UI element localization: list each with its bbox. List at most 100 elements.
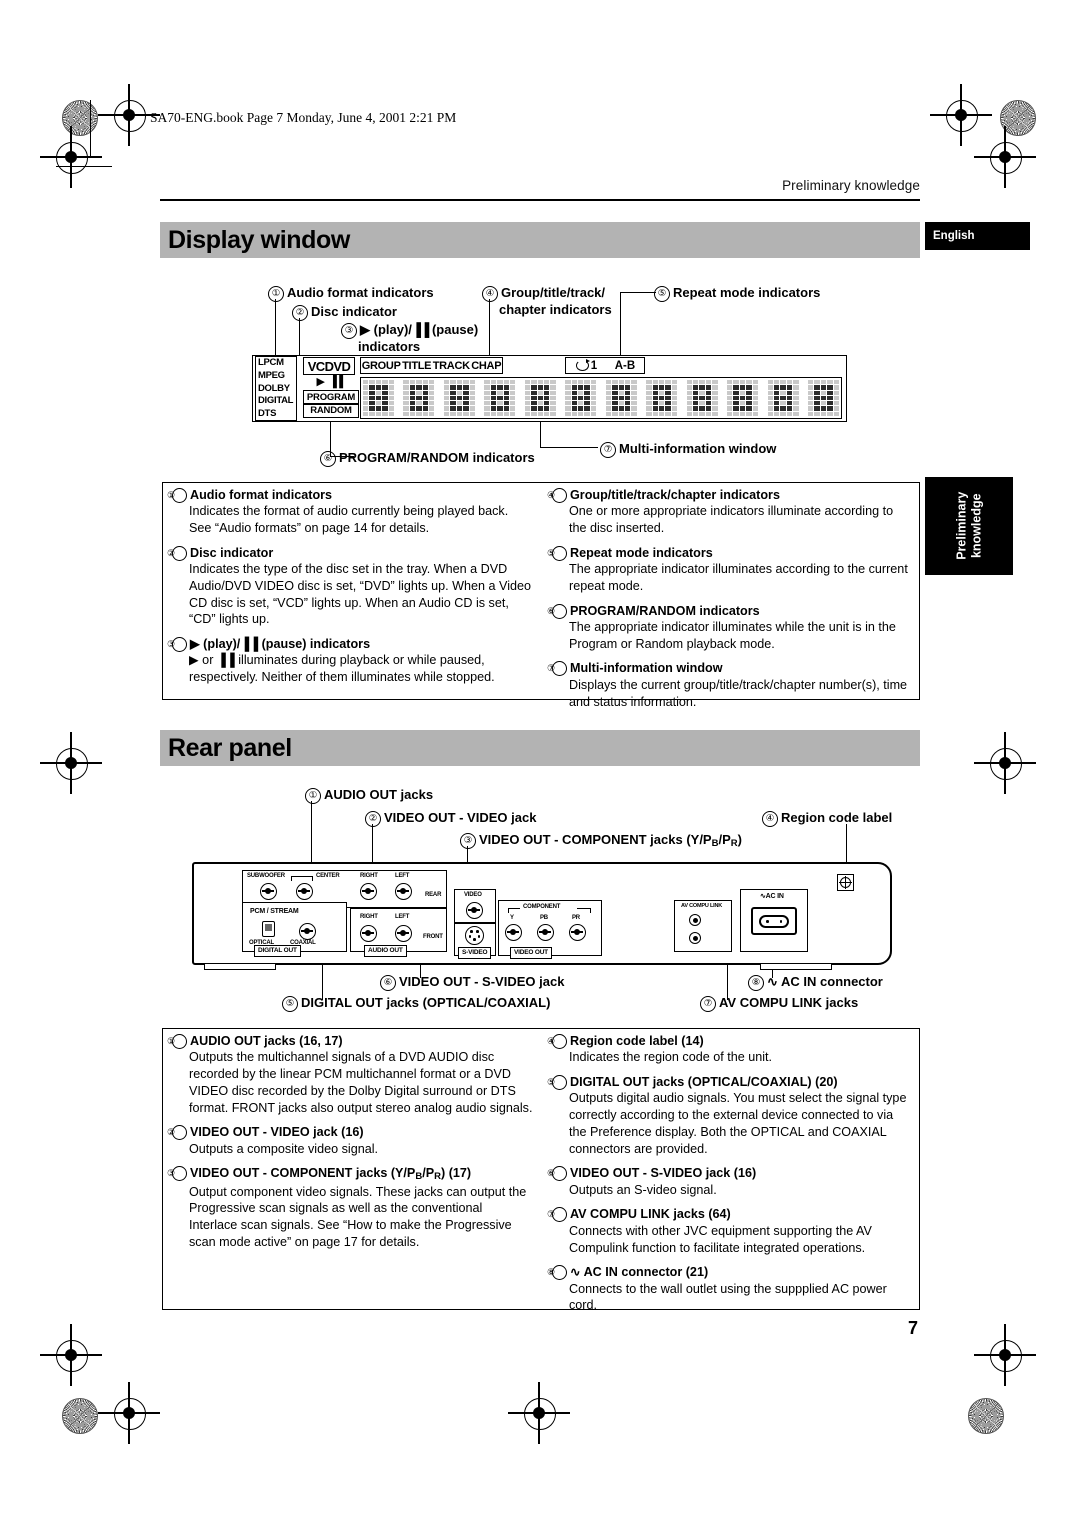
running-head: Preliminary knowledge: [782, 178, 920, 193]
callout-number: ⑦: [700, 996, 716, 1012]
entry-body: Indicates the type of the disc set in th…: [189, 562, 532, 627]
header-rule: [160, 199, 920, 201]
play-icon: ▶: [316, 376, 325, 388]
play-pause-indicators: ▶ ▐▐: [303, 376, 355, 389]
bracket-line: [590, 908, 591, 913]
label-left-rear: LEFT: [395, 873, 410, 879]
rosette-mark-bottom-left: [62, 1398, 98, 1434]
format-dts: DTS: [258, 408, 277, 420]
matrix-character: [524, 380, 556, 416]
entry-heading: ▶ (play)/▐▐ (pause) indicators: [190, 637, 371, 652]
chassis-foot-left: [204, 963, 276, 970]
display-window-title: Display window: [168, 225, 350, 254]
matrix-character: [686, 380, 718, 416]
jack-rear-left: [395, 883, 412, 900]
bracket-line: [508, 908, 509, 913]
matrix-character: [363, 380, 394, 416]
callout-number: ⑤: [654, 286, 670, 302]
display-description-right-column: ④ Group/title/track/chapter indicators On…: [547, 487, 912, 718]
entry-body: Outputs a composite video signal.: [189, 1141, 379, 1156]
rear-entry-2: ② VIDEO OUT - VIDEO jack (16) Outputs a c…: [167, 1124, 534, 1157]
entry-number: ⑤: [547, 1075, 567, 1091]
disc-indicator: VCDVD: [303, 357, 355, 375]
ac-in-socket: [751, 907, 797, 935]
rear-entry-3: ③ VIDEO OUT - COMPONENT jacks (Y/PB/PR) (…: [167, 1165, 534, 1250]
label-subwoofer: SUBWOOFER: [247, 873, 285, 879]
format-mpeg: MPEG: [258, 369, 285, 381]
callout-5-repeat-mode-indicators: ⑤ Repeat mode indicators: [654, 285, 820, 302]
leader-line: [311, 801, 313, 863]
rear-panel-graphic: SUBWOOFER CENTER RIGHT LEFT REAR RIGHT L…: [192, 862, 892, 970]
leader-line: [620, 292, 656, 294]
label-pcm-stream: PCM / STREAM: [250, 908, 299, 915]
callout-6-program-random-indicators: ⑥ PROGRAM/RANDOM indicators: [320, 450, 535, 467]
matrix-character: [767, 380, 799, 416]
callout-3-play-pause-indicators: ③ ▶ (play)/▐▐ (pause) indicators: [341, 322, 491, 355]
subscript-r: R: [730, 838, 738, 849]
label-video-out: VIDEO OUT: [510, 947, 552, 959]
callout-text: VIDEO OUT - COMPONENT jacks (Y/P: [479, 832, 712, 847]
indicator-group: GROUP: [361, 359, 401, 372]
leader-line: [540, 420, 542, 448]
format-lpcm: LPCM: [258, 357, 284, 368]
rear-entry-1: ① AUDIO OUT jacks (16, 17) Outputs the mu…: [167, 1033, 534, 1116]
entry-body: Connects with other JVC equipment suppor…: [569, 1223, 872, 1255]
multi-information-window: [360, 377, 842, 419]
entry-heading: Region code label (14): [570, 1034, 704, 1048]
entry-heading: PROGRAM/RANDOM indicators: [570, 603, 760, 618]
description-entry-1: ① Audio format indicators Indicates the f…: [167, 487, 534, 537]
indicator-track: TRACK: [432, 359, 470, 372]
manual-page: SA70-ENG.book Page 7 Monday, June 4, 200…: [0, 0, 1080, 1528]
region-code-label: [837, 874, 854, 891]
callout-2-disc-indicator: ② Disc indicator: [292, 304, 397, 321]
rosette-mark-top-left: [62, 100, 98, 136]
section-heading-display-window: Display window: [160, 222, 920, 258]
language-tab-label: English: [933, 230, 975, 242]
entry-number: ④: [547, 1034, 567, 1049]
bracket-line: [312, 876, 313, 881]
file-header: SA70-ENG.book Page 7 Monday, June 4, 200…: [150, 110, 457, 125]
callout-number: ①: [305, 788, 321, 804]
callout-text: VIDEO OUT - VIDEO jack: [384, 810, 537, 825]
rear-entry-7: ⑦ AV COMPU LINK jacks (64) Connects with …: [547, 1206, 912, 1256]
label-video: VIDEO: [464, 892, 482, 898]
entry-heading: Disc indicator: [190, 545, 274, 560]
jack-component-pr: [569, 924, 586, 941]
entry-number: ⑥: [547, 1166, 567, 1182]
entry-number: ②: [167, 545, 187, 561]
display-description-left-column: ① Audio format indicators Indicates the f…: [167, 487, 534, 694]
description-entry-5: ⑤ Repeat mode indicators The appropriate …: [547, 545, 912, 595]
label-av-compu-link: AV COMPU LINK: [681, 903, 722, 909]
entry-number: ⑧: [547, 1265, 567, 1281]
callout-r8-ac-in-connector: ⑧ ∿ AC IN connector: [748, 974, 883, 991]
entry-number: ⑦: [547, 1207, 567, 1223]
side-tab-line2: knowledge: [969, 493, 983, 559]
bracket-line: [291, 876, 292, 881]
leader-line: [372, 824, 374, 864]
label-right-front: RIGHT: [360, 914, 378, 920]
leader-line: [275, 299, 277, 356]
side-thumb-tab: Preliminary knowledge: [925, 477, 1013, 575]
rear-entry-6: ⑥ VIDEO OUT - S-VIDEO jack (16) Outputs a…: [547, 1165, 912, 1198]
callout-text: Region code label: [781, 810, 893, 825]
callout-r4-region-code-label: ④ Region code label: [762, 810, 892, 827]
repeat-one-label: 1: [590, 359, 598, 372]
callout-1-audio-format-indicators: ① Audio format indicators: [268, 285, 434, 302]
chassis-foot-right: [760, 963, 832, 970]
callout-text-mid: /P: [718, 832, 731, 847]
entry-body: Outputs the multichannel signals of a DV…: [189, 1050, 533, 1115]
callout-number: ⑥: [320, 451, 336, 467]
jack-front-left: [395, 925, 412, 942]
leader-line: [620, 292, 622, 357]
jack-s-video: [465, 926, 484, 945]
format-dolby: DOLBY: [258, 382, 290, 394]
matrix-character: [403, 380, 435, 416]
jack-coaxial: [299, 923, 316, 940]
entry-heading: Group/title/track/chapter indicators: [570, 488, 780, 502]
callout-text: PROGRAM/RANDOM indicators: [339, 450, 535, 465]
label-rear: REAR: [425, 892, 442, 898]
pause-icon: ▐▐: [328, 376, 343, 388]
entry-number: ④: [547, 488, 567, 503]
language-tab-english: English: [925, 222, 1030, 250]
callout-r3-video-out-component-jacks: ③ VIDEO OUT - COMPONENT jacks (Y/PB/PR): [460, 832, 742, 849]
